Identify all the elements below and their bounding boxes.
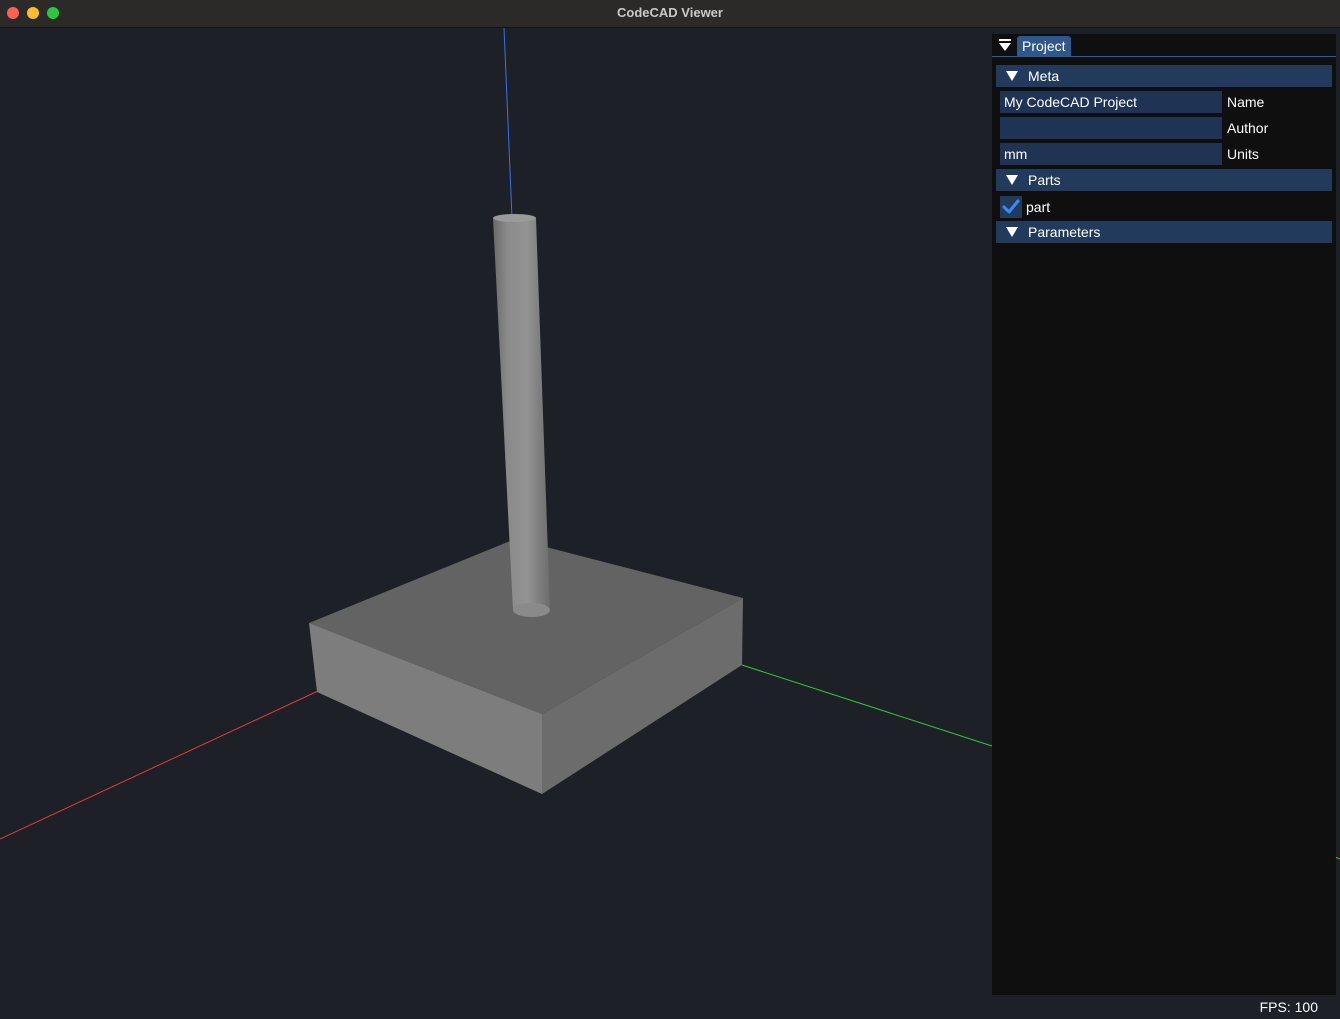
section-parameters-header[interactable]: Parameters: [996, 221, 1332, 243]
project-panel: Project Meta My CodeCAD Project Name Aut…: [992, 34, 1336, 995]
name-input[interactable]: My CodeCAD Project: [1000, 91, 1222, 113]
field-row-units: mm Units: [1000, 143, 1332, 165]
title-bar[interactable]: CodeCAD Viewer: [0, 0, 1340, 28]
section-parts-label: Parts: [1028, 172, 1061, 188]
tab-project[interactable]: Project: [1017, 36, 1071, 56]
cylinder-base: [513, 603, 550, 617]
collapse-triangle-icon: [1006, 71, 1018, 81]
checkmark-icon: [1002, 199, 1020, 214]
z-axis-line: [503, 28, 513, 219]
window-title: CodeCAD Viewer: [617, 5, 723, 20]
field-row-author: Author: [1000, 117, 1332, 139]
section-meta-header[interactable]: Meta: [996, 65, 1332, 87]
part-visibility-checkbox[interactable]: [1000, 196, 1022, 218]
section-meta-label: Meta: [1028, 68, 1060, 84]
part-label: part: [1026, 199, 1051, 215]
author-label: Author: [1227, 120, 1269, 136]
section-parameters-label: Parameters: [1028, 224, 1101, 240]
panel-header: Project: [992, 34, 1336, 57]
y-axis-line: [741, 664, 993, 747]
app-window: CodeCAD Viewer Project Meta My CodeCAD P…: [0, 0, 1340, 1019]
field-row-name: My CodeCAD Project Name: [1000, 91, 1332, 113]
x-axis-line: [0, 690, 319, 840]
units-input[interactable]: mm: [1000, 143, 1222, 165]
name-label: Name: [1227, 94, 1265, 110]
part-list-item: part: [1000, 196, 1200, 218]
units-label: Units: [1227, 146, 1259, 162]
section-parts-header[interactable]: Parts: [996, 169, 1332, 191]
collapse-triangle-icon: [1006, 227, 1018, 237]
cylinder-top: [493, 214, 536, 222]
fps-counter: FPS: 100: [1259, 999, 1318, 1015]
panel-menu-icon[interactable]: [999, 39, 1011, 52]
author-input[interactable]: [1000, 117, 1222, 139]
collapse-triangle-icon: [1006, 175, 1018, 185]
